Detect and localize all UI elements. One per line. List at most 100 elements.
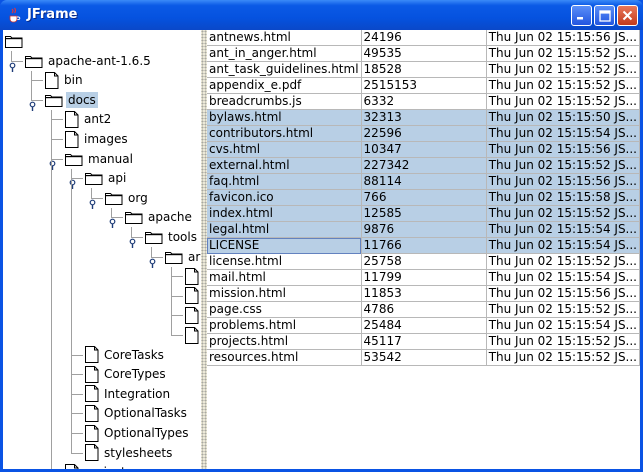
- file-size-cell[interactable]: 4786: [361, 301, 487, 318]
- table-row[interactable]: license.html 25758 Thu Jun 02 15:15:52 JS.…: [207, 253, 640, 270]
- table-row[interactable]: contributors.html 22596 Thu Jun 02 15:15:5…: [207, 125, 640, 142]
- modified-date-cell[interactable]: Thu Jun 02 15:15:52 JS...: [486, 157, 640, 174]
- file-name-cell[interactable]: LICENSE: [207, 237, 362, 254]
- file-size-cell[interactable]: 49535: [361, 45, 487, 62]
- file-size-cell[interactable]: 11853: [361, 285, 487, 302]
- file-name-cell[interactable]: ant_in_anger.html: [207, 45, 362, 62]
- modified-date-cell[interactable]: Thu Jun 02 15:15:52 JS...: [486, 301, 640, 318]
- table-row[interactable]: LICENSE 11766 Thu Jun 02 15:15:54 JS...: [207, 237, 640, 254]
- modified-date-cell[interactable]: Thu Jun 02 15:15:52 JS...: [486, 77, 640, 94]
- file-size-cell[interactable]: 11766: [361, 237, 487, 254]
- modified-date-cell[interactable]: Thu Jun 02 15:15:56 JS...: [486, 285, 640, 302]
- file-size-cell[interactable]: 32313: [361, 109, 487, 126]
- file-size-cell[interactable]: 10347: [361, 141, 487, 158]
- file-size-cell[interactable]: 53542: [361, 349, 487, 366]
- tree-node[interactable]: [5, 32, 30, 50]
- tree-node[interactable]: bz: [185, 267, 201, 285]
- file-name-cell[interactable]: resources.html: [207, 349, 362, 366]
- file-size-cell[interactable]: 9876: [361, 221, 487, 238]
- file-name-cell[interactable]: page.css: [207, 301, 362, 318]
- minimize-button[interactable]: [571, 5, 592, 26]
- tree-node[interactable]: m: [185, 287, 201, 305]
- file-tree[interactable]: apache-ant-1.6.5 bin docs ant2 images manual a…: [3, 30, 201, 469]
- modified-date-cell[interactable]: Thu Jun 02 15:15:50 JS...: [486, 109, 640, 126]
- maximize-button[interactable]: [594, 5, 615, 26]
- file-name-cell[interactable]: appendix_e.pdf: [207, 77, 362, 94]
- file-name-cell[interactable]: mail.html: [207, 269, 362, 286]
- file-name-cell[interactable]: antnews.html: [207, 30, 362, 46]
- file-name-cell[interactable]: faq.html: [207, 173, 362, 190]
- file-size-cell[interactable]: 22596: [361, 125, 487, 142]
- file-name-cell[interactable]: contributors.html: [207, 125, 362, 142]
- file-name-cell[interactable]: projects.html: [207, 333, 362, 350]
- modified-date-cell[interactable]: Thu Jun 02 15:15:54 JS...: [486, 237, 640, 254]
- tree-node[interactable]: tools: [145, 228, 199, 246]
- modified-date-cell[interactable]: Thu Jun 02 15:15:52 JS...: [486, 349, 640, 366]
- table-row[interactable]: cvs.html 10347 Thu Jun 02 15:15:56 JS...: [207, 141, 640, 158]
- modified-date-cell[interactable]: Thu Jun 02 15:15:54 JS...: [486, 125, 640, 142]
- file-name-cell[interactable]: legal.html: [207, 221, 362, 238]
- table-row[interactable]: projects.html 45117 Thu Jun 02 15:15:52 JS…: [207, 333, 640, 350]
- file-size-cell[interactable]: 2515153: [361, 77, 487, 94]
- tree-node[interactable]: images: [65, 130, 130, 148]
- table-row[interactable]: legal.html 9876 Thu Jun 02 15:15:54 JS...: [207, 221, 640, 238]
- file-size-cell[interactable]: 11799: [361, 269, 487, 286]
- tree-node[interactable]: zip: [185, 326, 201, 344]
- file-size-cell[interactable]: 25484: [361, 317, 487, 334]
- file-size-cell[interactable]: 227342: [361, 157, 487, 174]
- table-row[interactable]: external.html 227342 Thu Jun 02 15:15:52 J…: [207, 157, 640, 174]
- tree-node[interactable]: stylesheets: [85, 444, 174, 462]
- table-row[interactable]: breadcrumbs.js 6332 Thu Jun 02 15:15:52 JS…: [207, 93, 640, 110]
- tree-node[interactable]: org: [105, 189, 150, 207]
- tree-node[interactable]: apache: [125, 208, 194, 226]
- modified-date-cell[interactable]: Thu Jun 02 15:15:56 JS...: [486, 173, 640, 190]
- tree-node[interactable]: ant2: [65, 110, 113, 128]
- file-table-pane[interactable]: antnews.html 24196 Thu Jun 02 15:15:56 JS.…: [207, 30, 640, 469]
- tree-node[interactable]: apache-ant-1.6.5: [25, 52, 153, 70]
- file-size-cell[interactable]: 6332: [361, 93, 487, 110]
- table-row[interactable]: faq.html 88114 Thu Jun 02 15:15:56 JS...: [207, 173, 640, 190]
- file-name-cell[interactable]: ant_task_guidelines.html: [207, 61, 362, 78]
- table-row[interactable]: index.html 12585 Thu Jun 02 15:15:52 JS...: [207, 205, 640, 222]
- file-size-cell[interactable]: 25758: [361, 253, 487, 270]
- tree-node[interactable]: bin: [45, 71, 85, 89]
- modified-date-cell[interactable]: Thu Jun 02 15:15:52 JS...: [486, 205, 640, 222]
- tree-node[interactable]: tai: [185, 306, 201, 324]
- table-row[interactable]: ant_task_guidelines.html 18528 Thu Jun 02 …: [207, 61, 640, 78]
- table-row[interactable]: antnews.html 24196 Thu Jun 02 15:15:56 JS.…: [207, 30, 640, 46]
- file-size-cell[interactable]: 88114: [361, 173, 487, 190]
- tree-node[interactable]: manual: [65, 150, 135, 168]
- modified-date-cell[interactable]: Thu Jun 02 15:15:52 JS...: [486, 93, 640, 110]
- table-row[interactable]: problems.html 25484 Thu Jun 02 15:15:54 JS…: [207, 317, 640, 334]
- tree-node[interactable]: CoreTasks: [85, 346, 166, 364]
- file-size-cell[interactable]: 766: [361, 189, 487, 206]
- tree-node[interactable]: api: [85, 169, 128, 187]
- modified-date-cell[interactable]: Thu Jun 02 15:15:52 JS...: [486, 253, 640, 270]
- modified-date-cell[interactable]: Thu Jun 02 15:15:52 JS...: [486, 61, 640, 78]
- table-row[interactable]: appendix_e.pdf 2515153 Thu Jun 02 15:15:52…: [207, 77, 640, 94]
- table-row[interactable]: page.css 4786 Thu Jun 02 15:15:52 JS...: [207, 301, 640, 318]
- modified-date-cell[interactable]: Thu Jun 02 15:15:54 JS...: [486, 221, 640, 238]
- file-table[interactable]: antnews.html 24196 Thu Jun 02 15:15:56 JS.…: [207, 30, 640, 366]
- modified-date-cell[interactable]: Thu Jun 02 15:15:56 JS...: [486, 30, 640, 46]
- tree-node[interactable]: docs: [45, 91, 98, 109]
- tree-node[interactable]: projects: [65, 463, 134, 469]
- table-row[interactable]: resources.html 53542 Thu Jun 02 15:15:52 J…: [207, 349, 640, 366]
- file-name-cell[interactable]: mission.html: [207, 285, 362, 302]
- file-name-cell[interactable]: bylaws.html: [207, 109, 362, 126]
- table-row[interactable]: bylaws.html 32313 Thu Jun 02 15:15:50 JS..…: [207, 109, 640, 126]
- tree-node[interactable]: CoreTypes: [85, 365, 168, 383]
- table-row[interactable]: mission.html 11853 Thu Jun 02 15:15:56 JS.…: [207, 285, 640, 302]
- tree-node[interactable]: OptionalTasks: [85, 404, 189, 422]
- table-row[interactable]: mail.html 11799 Thu Jun 02 15:15:54 JS...: [207, 269, 640, 286]
- file-name-cell[interactable]: index.html: [207, 205, 362, 222]
- table-row[interactable]: ant_in_anger.html 49535 Thu Jun 02 15:15:5…: [207, 45, 640, 62]
- modified-date-cell[interactable]: Thu Jun 02 15:15:58 JS...: [486, 189, 640, 206]
- file-name-cell[interactable]: license.html: [207, 253, 362, 270]
- file-size-cell[interactable]: 12585: [361, 205, 487, 222]
- file-name-cell[interactable]: problems.html: [207, 317, 362, 334]
- tree-node[interactable]: OptionalTypes: [85, 424, 191, 442]
- file-size-cell[interactable]: 45117: [361, 333, 487, 350]
- tree-node[interactable]: Integration: [85, 385, 172, 403]
- title-bar[interactable]: JFrame: [0, 0, 643, 30]
